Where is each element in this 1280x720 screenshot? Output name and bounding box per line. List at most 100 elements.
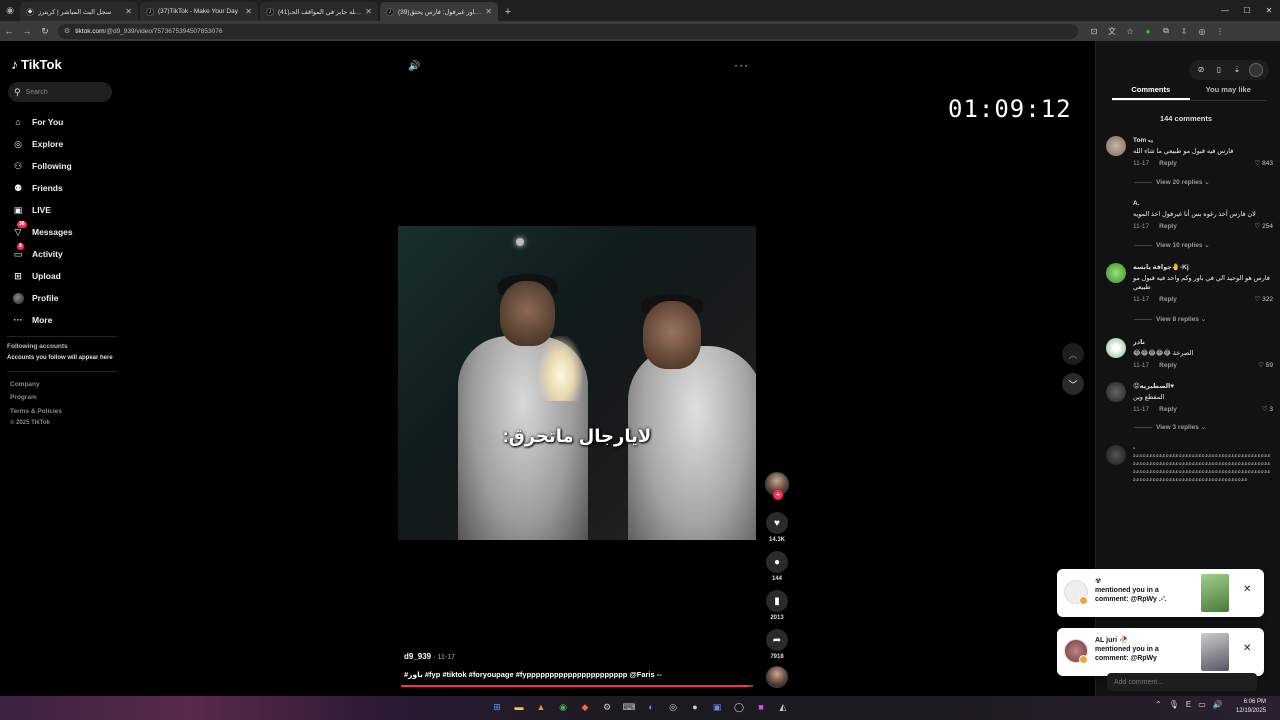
footer-terms-link[interactable]: Terms & Policies [10, 408, 62, 415]
comment-like-button[interactable]: ♡ 843 [1255, 159, 1274, 167]
comment-username[interactable]: Tom ₛₐ [1133, 136, 1273, 144]
site-info-icon[interactable]: ⚙ [64, 27, 70, 35]
sidebar-item-friends[interactable]: ⚉ Friends [12, 177, 73, 199]
sidebar-item-following[interactable]: ⚇ Following [12, 155, 73, 177]
browser-tab[interactable]: ◆ سجل البث المباشر | كريترز ✕ [20, 2, 138, 21]
reply-button[interactable]: Reply [1159, 223, 1177, 230]
install-app-icon[interactable]: ⊡ [1088, 25, 1100, 37]
sidebar-item-activity[interactable]: ▭ 8 Activity [12, 243, 73, 265]
tab-close-icon[interactable]: ✕ [245, 7, 252, 16]
close-icon[interactable]: ✕ [1243, 584, 1251, 595]
reply-button[interactable]: Reply [1159, 362, 1177, 369]
translate-icon[interactable]: 文 [1106, 25, 1118, 37]
avatar[interactable] [1106, 263, 1126, 283]
avatar[interactable] [1106, 338, 1126, 358]
comment-username[interactable]: 😡الصطيريه♥ [1133, 382, 1273, 390]
share-button[interactable]: ➦ 7918 [763, 629, 791, 660]
more-options-icon[interactable]: ··· [734, 58, 749, 72]
chrome-icon[interactable]: ◉ [556, 700, 570, 714]
avatar[interactable] [1106, 200, 1126, 220]
view-replies-button[interactable]: View 8 replies ⌄ [1134, 315, 1206, 323]
puzzle-icon[interactable]: ⧉ [1160, 25, 1172, 37]
comment-like-button[interactable]: ♡ 254 [1255, 222, 1274, 230]
sidebar-item-upload[interactable]: ⊞ Upload [12, 265, 73, 287]
download-icon[interactable]: ⇣ [1231, 63, 1243, 75]
close-icon[interactable]: ✕ [1243, 643, 1251, 654]
steam-icon[interactable]: ● [688, 700, 702, 714]
comment-username[interactable]: A. [1133, 200, 1273, 207]
view-replies-button[interactable]: View 3 replies ⌄ [1134, 423, 1206, 431]
reply-button[interactable]: Reply [1159, 406, 1177, 413]
view-replies-button[interactable]: View 20 replies ⌄ [1134, 178, 1210, 186]
browser-tab-active[interactable]: ♪ (39)باور غيرفول: فارس يحتق... ✕ [380, 2, 498, 21]
sidebar-item-for-you[interactable]: ⌂ For You [12, 111, 73, 133]
new-tab-button[interactable]: + [500, 2, 516, 21]
comment-like-button[interactable]: ♡ 322 [1255, 295, 1274, 303]
back-icon[interactable]: ← [0, 26, 18, 36]
comment-button[interactable]: ● 144 [763, 551, 791, 582]
browser-tab[interactable]: ♪ (37)TikTok - Make Your Day ✕ [140, 2, 258, 21]
browser-tab[interactable]: ♪ (41)عبدالله جابر في المواقف الحـ... ✕ [260, 2, 378, 21]
comment-like-button[interactable]: ♡ 59 [1258, 361, 1273, 369]
minimize-icon[interactable]: — [1214, 0, 1236, 21]
bookmark-star-icon[interactable]: ☆ [1124, 25, 1136, 37]
monitor-icon[interactable]: ▭ [1198, 700, 1206, 709]
app-icon[interactable]: ▲ [534, 700, 548, 714]
avatar[interactable] [1106, 136, 1126, 156]
reload-icon[interactable]: ↻ [36, 26, 54, 37]
save-button[interactable]: ▮ 2013 [763, 590, 791, 621]
video-progress-bar[interactable] [401, 685, 753, 687]
avatar[interactable] [1249, 63, 1263, 77]
app-icon[interactable]: ⌨ [622, 700, 636, 714]
next-video-icon[interactable]: ﹀ [1062, 373, 1084, 395]
tab-close-icon[interactable]: ✕ [485, 7, 492, 16]
compass-icon[interactable]: ⊘ [1195, 63, 1207, 75]
video-player[interactable]: لايارجال ماتحرق: [398, 226, 756, 540]
reply-button[interactable]: Reply [1159, 160, 1177, 167]
add-comment-input[interactable]: Add comment... [1107, 673, 1257, 691]
file-explorer-icon[interactable]: ▬ [512, 700, 526, 714]
search-box[interactable]: ⚲ [8, 82, 112, 102]
sidebar-item-more[interactable]: ··· More [12, 309, 73, 331]
mic-icon[interactable]: 🎙 [1169, 700, 1179, 709]
url-field[interactable]: ⚙ tiktok.com /@d9_939/video/757367539450… [58, 23, 1078, 39]
forward-icon[interactable]: → [18, 26, 36, 36]
tab-you-may-like[interactable]: You may like [1190, 85, 1268, 100]
comment-like-button[interactable]: ♡ 3 [1262, 405, 1273, 413]
device-icon[interactable]: ▯ [1213, 63, 1225, 75]
comment-username[interactable]: - [1133, 445, 1273, 452]
downloads-icon[interactable]: ⇩ [1178, 25, 1190, 37]
footer-company-link[interactable]: Company [10, 381, 40, 388]
avatar[interactable] [1106, 382, 1126, 402]
mention-notification[interactable]: ☢ mentioned you in a comment: @RpWy .-'.… [1057, 569, 1264, 617]
tab-close-icon[interactable]: ✕ [365, 7, 372, 16]
browser-profile-icon[interactable]: ◉ [0, 0, 20, 21]
extension-icon[interactable]: ● [1142, 25, 1154, 37]
sidebar-item-profile[interactable]: Profile [12, 287, 73, 309]
menu-icon[interactable]: ⋮ [1214, 25, 1226, 37]
language-icon[interactable]: E [1186, 700, 1191, 709]
comment-username[interactable]: جوافة يابسه🤚-Kj [1133, 263, 1273, 271]
volume-icon[interactable]: 🔊 [408, 61, 420, 72]
maximize-icon[interactable]: ☐ [1236, 0, 1258, 21]
tiktok-logo[interactable]: ♪ TikTok [11, 56, 62, 72]
search-input[interactable] [25, 88, 106, 96]
author-avatar-button[interactable]: + [763, 472, 791, 500]
reply-button[interactable]: Reply [1159, 296, 1177, 303]
comment-username[interactable]: نادر [1133, 338, 1273, 346]
close-window-icon[interactable]: ✕ [1258, 0, 1280, 21]
app-icon[interactable]: ▣ [710, 700, 724, 714]
avatar[interactable] [1106, 445, 1126, 465]
sidebar-item-explore[interactable]: ◎ Explore [12, 133, 73, 155]
like-button[interactable]: ♥ 14.3K [763, 512, 791, 543]
tab-close-icon[interactable]: ✕ [125, 7, 132, 16]
previous-video-icon[interactable]: ︿ [1062, 343, 1084, 365]
view-replies-button[interactable]: View 10 replies ⌄ [1134, 241, 1210, 249]
app-icon[interactable]: ◭ [776, 700, 790, 714]
brave-icon[interactable]: ◆ [578, 700, 592, 714]
follow-plus-icon[interactable]: + [773, 490, 783, 500]
mention-notification[interactable]: AL juri 🥀 mentioned you in a comment: @R… [1057, 628, 1264, 676]
sidebar-item-live[interactable]: ▣ LIVE [12, 199, 73, 221]
sidebar-item-messages[interactable]: ▽ 36 Messages [12, 221, 73, 243]
chevron-up-icon[interactable]: ⌃ [1155, 700, 1162, 709]
